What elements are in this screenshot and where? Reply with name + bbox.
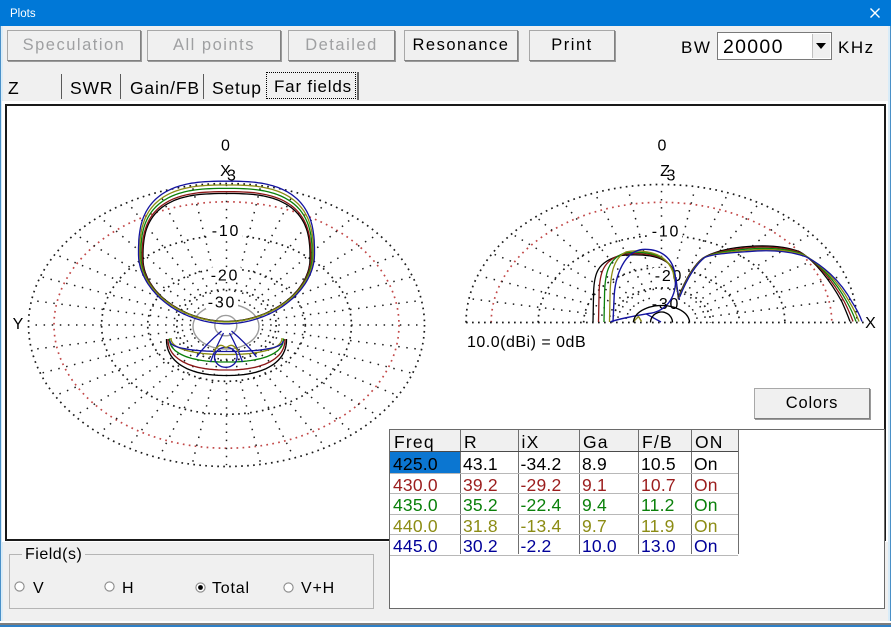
svg-text:3: 3 xyxy=(227,168,236,185)
svg-text:-30: -30 xyxy=(652,296,681,313)
svg-text:3: 3 xyxy=(667,168,676,185)
svg-text:-30: -30 xyxy=(208,295,237,312)
svg-text:-20: -20 xyxy=(211,268,240,285)
svg-text:-20: -20 xyxy=(655,268,684,285)
svg-text:-10: -10 xyxy=(652,224,681,241)
svg-text:0: 0 xyxy=(221,138,230,155)
svg-text:-10: -10 xyxy=(212,223,241,240)
svg-text:Y: Y xyxy=(13,316,24,333)
svg-text:X: X xyxy=(865,315,876,332)
svg-text:0: 0 xyxy=(658,138,667,155)
